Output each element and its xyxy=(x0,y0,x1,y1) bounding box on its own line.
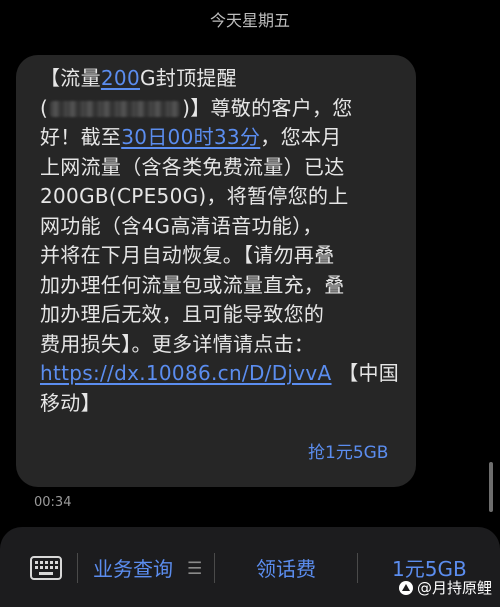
message-line: 200GB(CPE50G)，将暂停您的上 xyxy=(40,184,349,208)
grab-offer-link[interactable]: 抢1元5GB xyxy=(308,441,388,465)
redacted-number xyxy=(50,101,181,117)
separator xyxy=(77,553,78,583)
keyboard-icon[interactable] xyxy=(30,556,62,580)
scrollbar[interactable] xyxy=(489,462,493,512)
url-link[interactable]: https://dx.10086.cn/D/DjvvA xyxy=(40,361,332,385)
watermark: @月持原鲤 xyxy=(398,577,492,599)
message-segment: 【中国 xyxy=(331,361,400,385)
message-timestamp: 00:34 xyxy=(34,495,72,510)
menu-icon: ☰ xyxy=(187,559,203,579)
time-link[interactable]: 30日00时33分 xyxy=(121,125,260,149)
watermark-logo-icon xyxy=(399,581,413,595)
message-line: 【流量200G封顶提醒 xyxy=(40,64,410,94)
message-text: 【流量200G封顶提醒 ( )】尊敬的客户，您 好！截至30日00时33分，您本月… xyxy=(40,64,410,418)
message-segment: 好！截至 xyxy=(40,125,122,149)
message-segment: G封顶提醒 xyxy=(139,66,237,90)
message-segment: )】尊敬的客户，您 xyxy=(182,95,353,120)
claim-credit-button[interactable]: 领话费 xyxy=(256,555,316,583)
watermark-text: @月持原鲤 xyxy=(417,579,493,597)
separator xyxy=(214,553,215,583)
message-line: 费用损失】。更多详情请点击： xyxy=(40,331,315,356)
number-link[interactable]: 200 xyxy=(101,66,140,90)
separator xyxy=(357,553,358,583)
message-line: 加办理任何流量包或流量直充，叠 xyxy=(40,272,345,297)
message-line: 加办理后无效，且可能导致您的 xyxy=(40,302,325,326)
message-line: 网功能（含4G高清语音功能）， xyxy=(40,213,323,238)
message-line: 好！截至30日00时33分，您本月 xyxy=(40,123,410,153)
message-line: ( )】尊敬的客户，您 xyxy=(40,94,410,124)
message-segment: 【流量 xyxy=(40,66,101,90)
message-line: 并将在下月自动恢复。【请勿再叠 xyxy=(40,243,335,267)
sms-screen: 今天星期五 【流量200G封顶提醒 ( )】尊敬的客户，您 好！截至30日00时3… xyxy=(0,0,500,607)
message-line: 移动】 xyxy=(40,390,101,415)
message-line: 上网流量（含各类免费流量）已达 xyxy=(40,154,345,179)
message-line: https://dx.10086.cn/D/DjvvA 【中国 xyxy=(40,359,410,389)
date-header: 今天星期五 xyxy=(209,11,290,30)
message-segment: ( xyxy=(40,95,49,120)
message-segment: ，您本月 xyxy=(260,125,342,149)
business-query-button[interactable]: 业务查询 xyxy=(93,555,173,583)
